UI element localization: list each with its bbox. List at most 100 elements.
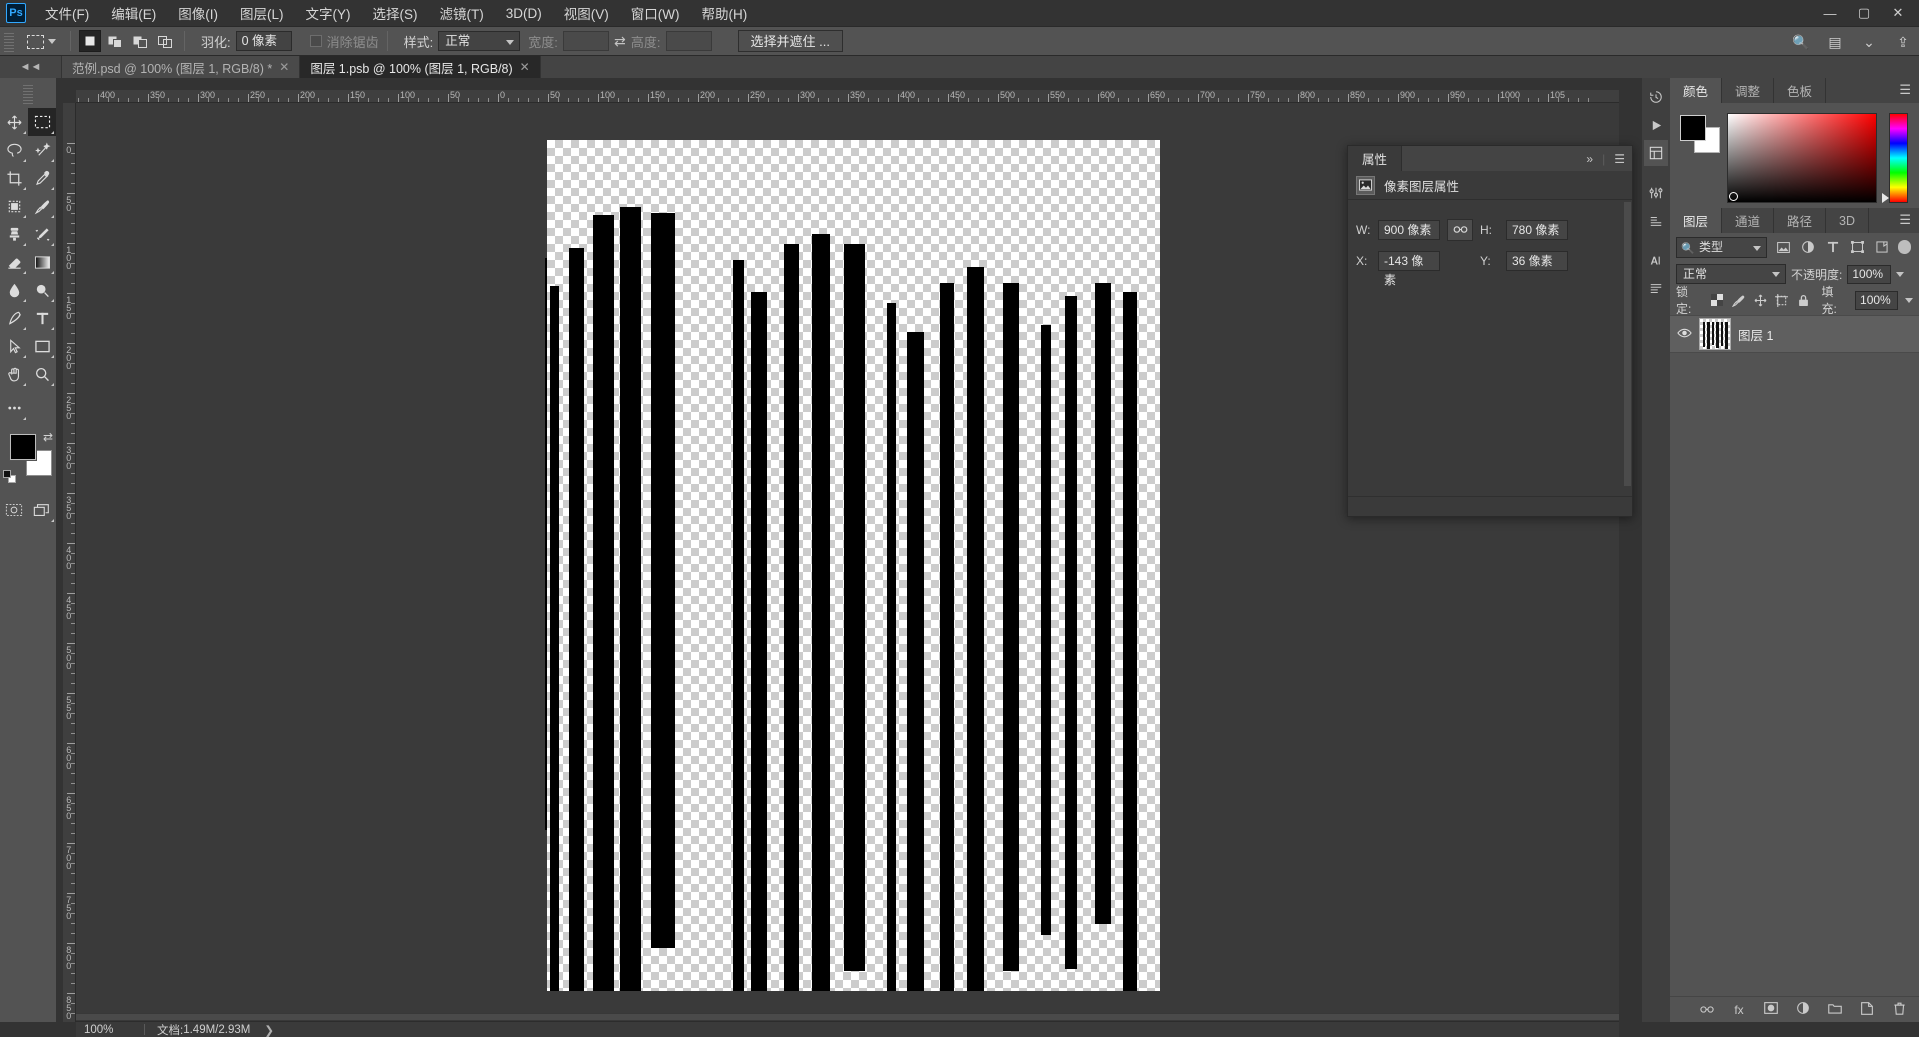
search-icon[interactable]: 🔍 [1791,34,1811,51]
close-tab-icon[interactable]: ✕ [279,60,289,74]
document-canvas[interactable] [547,140,1160,991]
color-field[interactable] [1727,113,1877,203]
layer-row[interactable]: 图层 1 [1670,315,1919,353]
play-icon[interactable] [1644,112,1668,138]
pen-tool[interactable] [0,304,28,332]
swap-colors-icon[interactable]: ⇄ [43,430,53,444]
close-tab-icon[interactable]: ✕ [520,60,530,74]
panel-menu-icon[interactable]: ☰ [1899,82,1911,98]
vertical-ruler[interactable]: 0501001502002503003504004505005506006507… [63,103,76,1022]
fill-input[interactable]: 100% [1855,291,1898,310]
fill-chevron-down-icon[interactable] [1905,298,1913,303]
zoom-level[interactable]: 100% [76,1024,138,1036]
panel-menu-icon[interactable]: ☰ [1614,152,1625,166]
delete-layer-icon[interactable] [1891,1002,1907,1018]
zoom-tool[interactable] [28,360,56,388]
frame-tool[interactable] [0,192,28,220]
close-button[interactable]: ✕ [1881,1,1915,25]
panel-menu-icon[interactable]: ☰ [1899,212,1911,228]
adjustments-icon[interactable] [1644,180,1668,206]
document-tab-tuceng1[interactable]: 图层 1.psb @ 100% (图层 1, RGB/8) ✕ [300,56,540,78]
height-input[interactable] [666,31,712,51]
paragraph-icon[interactable] [1644,276,1668,302]
color-picker-handle[interactable] [1729,192,1738,201]
blur-tool[interactable] [0,276,28,304]
scrollbar-thumb[interactable] [1624,202,1631,486]
menu-item-file[interactable]: 文件(F) [34,0,100,26]
menu-item-edit[interactable]: 编辑(E) [100,0,167,26]
library-icon[interactable] [1644,140,1668,166]
menu-item-filter[interactable]: 滤镜(T) [429,0,495,26]
chevron-down-icon[interactable]: ⌄ [1859,34,1879,51]
foreground-color-swatch[interactable] [1680,115,1706,141]
adjustment-layer-icon[interactable] [1795,1002,1811,1017]
document-tab-fanli[interactable]: 范例.psd @ 100% (图层 1, RGB/8) * ✕ [62,56,300,78]
dodge-tool[interactable] [28,276,56,304]
style-select[interactable]: 正常 [438,31,520,51]
y-input[interactable]: 36 像素 [1506,251,1568,271]
swap-dimensions-icon[interactable]: ⇄ [609,31,631,51]
properties-scrollbar[interactable] [1624,202,1631,486]
tab-3d[interactable]: 3D [1826,208,1869,233]
share-icon[interactable]: ⇪ [1893,34,1913,51]
shape-filter-icon[interactable] [1849,237,1866,257]
tab-adjustments[interactable]: 调整 [1722,78,1774,103]
adjustment-filter-icon[interactable] [1800,237,1817,257]
select-and-mask-button[interactable]: 选择并遮住 ... [738,30,843,52]
layer-filter-type-select[interactable]: 类型 [1676,237,1767,258]
w-input[interactable]: 900 像素 [1378,220,1440,240]
tab-swatches[interactable]: 色板 [1774,78,1826,103]
new-layer-icon[interactable] [1859,1002,1875,1018]
chevron-right-icon[interactable]: ❯ [264,1023,274,1037]
rectangular-marquee-tool[interactable] [28,108,56,136]
type-filter-icon[interactable] [1824,237,1841,257]
menu-item-layer[interactable]: 图层(L) [229,0,295,26]
workspace-icon[interactable]: ▤ [1825,34,1845,51]
add-to-selection-button[interactable] [104,30,126,52]
menu-item-3d[interactable]: 3D(D) [495,3,553,24]
lock-artboard-icon[interactable] [1774,292,1789,308]
options-bar-grip[interactable] [4,30,14,52]
eraser-tool[interactable] [0,248,28,276]
tab-paths[interactable]: 路径 [1774,208,1826,233]
hue-slider[interactable] [1889,113,1908,203]
crop-tool[interactable] [0,164,28,192]
menu-item-image[interactable]: 图像(I) [167,0,229,26]
pixel-filter-icon[interactable] [1775,237,1792,257]
move-tool[interactable] [0,108,28,136]
x-input[interactable]: -143 像素 [1378,251,1440,271]
blend-mode-select[interactable]: 正常 [1676,264,1786,284]
horizontal-scrollbar[interactable] [76,1013,1619,1021]
screen-mode-button[interactable] [28,496,56,524]
feather-input[interactable]: 0 像素 [236,31,292,51]
new-selection-button[interactable] [79,30,101,52]
smartobject-filter-icon[interactable] [1874,237,1891,257]
clone-stamp-tool[interactable] [0,220,28,248]
lock-transparency-icon[interactable] [1710,292,1725,308]
eye-icon[interactable] [1676,327,1692,341]
quick-mask-mode-button[interactable] [0,496,28,524]
menu-item-type[interactable]: 文字(Y) [295,0,362,26]
opacity-chevron-down-icon[interactable] [1896,272,1904,277]
rectangle-tool[interactable] [28,332,56,360]
lock-image-icon[interactable] [1731,292,1746,308]
menu-item-view[interactable]: 视图(V) [553,0,620,26]
lock-position-icon[interactable] [1753,292,1768,308]
subtract-from-selection-button[interactable] [129,30,151,52]
lock-all-icon[interactable] [1796,292,1811,308]
h-input[interactable]: 780 像素 [1506,220,1568,240]
horizontal-ruler[interactable]: 4504003503002502001501005005010015020025… [76,90,1619,103]
hue-slider-handle[interactable] [1882,193,1889,203]
menu-item-window[interactable]: 窗口(W) [620,0,691,26]
width-input[interactable] [563,31,609,51]
new-group-icon[interactable] [1827,1003,1843,1017]
tab-color[interactable]: 颜色 [1670,78,1722,103]
path-selection-tool[interactable] [0,332,28,360]
tab-properties[interactable]: 属性 [1348,146,1402,171]
collapse-tabs-button[interactable]: ◄◄ [0,56,62,78]
maximize-button[interactable]: ▢ [1847,1,1881,25]
intersect-with-selection-button[interactable] [154,30,176,52]
menu-item-help[interactable]: 帮助(H) [690,0,758,26]
filter-toggle-switch[interactable] [1898,240,1911,254]
tool-preset-picker[interactable] [18,31,62,51]
